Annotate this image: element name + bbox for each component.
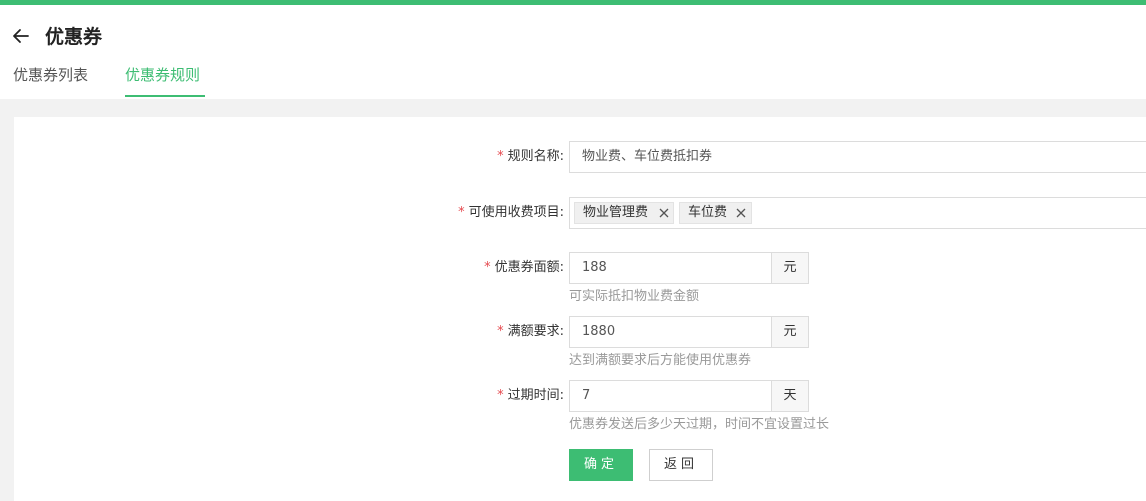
close-icon[interactable] xyxy=(736,208,746,218)
threshold-label: * 满额要求: xyxy=(497,324,564,339)
arrow-left-icon[interactable] xyxy=(12,27,30,45)
tab-coupon-list[interactable]: 优惠券列表 xyxy=(13,64,88,86)
fee-items-label: * 可使用收费项目: xyxy=(458,205,564,220)
fee-item-tag: 物业管理费 xyxy=(574,202,674,224)
threshold-unit: 元 xyxy=(771,316,809,348)
page-title: 优惠券 xyxy=(45,26,103,48)
tab-coupon-rules[interactable]: 优惠券规则 xyxy=(125,64,200,86)
amount-input[interactable]: 188 xyxy=(569,252,772,284)
rule-name-label: * 规则名称: xyxy=(497,149,564,164)
required-mark: * xyxy=(497,324,504,339)
rule-name-input[interactable]: 物业费、车位费抵扣券 xyxy=(569,141,1146,173)
required-mark: * xyxy=(458,205,465,220)
form-panel xyxy=(14,117,1146,501)
fee-item-tag: 车位费 xyxy=(679,202,752,224)
threshold-hint: 达到满额要求后方能使用优惠券 xyxy=(569,353,752,368)
expiry-hint: 优惠券发送后多少天过期，时间不宜设置过长 xyxy=(569,417,830,432)
expiry-unit: 天 xyxy=(771,380,809,412)
amount-hint: 可实际抵扣物业费金额 xyxy=(569,289,700,304)
active-tab-indicator xyxy=(125,95,205,97)
required-mark: * xyxy=(497,149,504,164)
amount-unit: 元 xyxy=(771,252,809,284)
confirm-button[interactable]: 确定 xyxy=(569,449,633,481)
required-mark: * xyxy=(497,388,504,403)
amount-label: * 优惠券面额: xyxy=(484,260,564,275)
required-mark: * xyxy=(484,260,491,275)
expiry-input[interactable]: 7 xyxy=(569,380,772,412)
expiry-label: * 过期时间: xyxy=(497,388,564,403)
back-button[interactable]: 返回 xyxy=(649,449,713,481)
close-icon[interactable] xyxy=(659,208,669,218)
threshold-input[interactable]: 1880 xyxy=(569,316,772,348)
